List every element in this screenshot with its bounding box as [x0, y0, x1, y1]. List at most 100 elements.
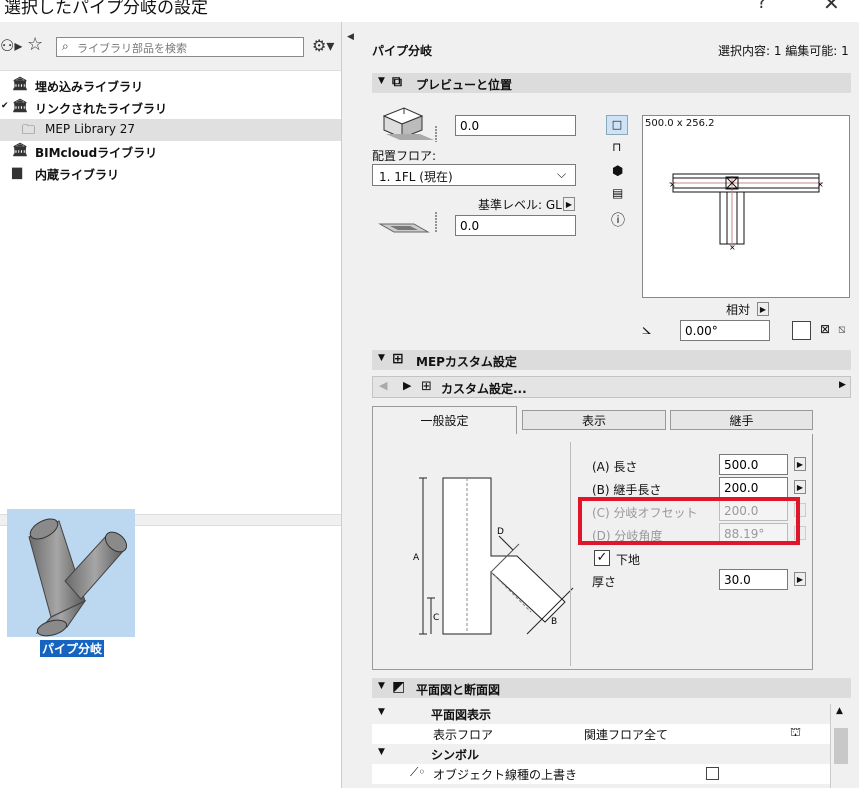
- rotation-angle-icon: ⦣: [642, 319, 652, 338]
- section-plan-section[interactable]: ▼ ◩ 平面図と断面図: [372, 678, 851, 698]
- custom-settings-label: カスタム設定...: [441, 382, 527, 396]
- base-checkbox[interactable]: ✓: [594, 550, 610, 566]
- mirror-alt-icon[interactable]: ⧅: [838, 322, 846, 337]
- bottom-offset-icon: [378, 212, 437, 233]
- bimcloud-icon: 🏛: [12, 143, 29, 158]
- override-line-checkbox[interactable]: [706, 767, 719, 780]
- panel-divider[interactable]: ◀: [341, 22, 359, 788]
- thickness-arrow[interactable]: ▶: [794, 572, 806, 586]
- search-input[interactable]: ⌕ ライブラリ部品を検索: [56, 37, 304, 57]
- next-arrow-icon[interactable]: ▶: [403, 379, 411, 392]
- relative-label: 相対: [726, 303, 751, 317]
- elevation-view-icon[interactable]: ▤: [612, 186, 623, 200]
- folder-icon: 🗀: [22, 123, 36, 138]
- top-offset-icon: [382, 107, 437, 142]
- tree-item-mep-library[interactable]: 🗀 MEP Library 27: [0, 119, 341, 141]
- plan-view-icon: □: [611, 118, 623, 131]
- thickness-field[interactable]: [719, 569, 788, 590]
- info-icon[interactable]: ⓘ: [611, 210, 625, 230]
- tree-item-embedded-library[interactable]: 🏛 埋め込みライブラリ: [0, 75, 341, 97]
- param-fitting-length-field[interactable]: [719, 477, 788, 498]
- settings-panel: パイプ分岐 選択内容: 1 編集可能: 1 ▼ ⧉ プレビューと位置 配置フロア…: [358, 22, 859, 788]
- selection-status: 選択内容: 1 編集可能: 1: [718, 44, 849, 58]
- custom-settings-bar[interactable]: ◀ ▶ ⊞ カスタム設定... ▶: [372, 376, 851, 398]
- expand-arrow-icon[interactable]: ▶: [839, 380, 846, 390]
- rotation-angle-field[interactable]: [680, 320, 770, 341]
- favorites-star-icon[interactable]: ☆: [27, 34, 43, 55]
- scroll-up-icon[interactable]: ▲: [836, 706, 843, 716]
- diagram-label-a: A: [413, 553, 420, 563]
- element-name: パイプ分岐: [372, 44, 433, 58]
- diagram-label-d: D: [497, 527, 504, 537]
- folder-icon: ▆: [12, 165, 22, 180]
- tab-display[interactable]: 表示: [522, 410, 666, 430]
- floor-dropdown[interactable]: 1. 1FL (現在) ⌵: [372, 164, 576, 186]
- collapse-arrow-icon[interactable]: ◀: [347, 32, 354, 42]
- base-label: 下地: [616, 553, 641, 567]
- library-toolbar: ⚇▸ ☆ ⌕ ライブラリ部品を検索 ⚙▾: [0, 22, 341, 71]
- preview-position-icon: ⧉: [392, 74, 402, 90]
- relative-arrow-button[interactable]: ▶: [757, 302, 769, 316]
- table-row[interactable]: 表示フロア 関連フロア全て ⛫: [372, 724, 830, 744]
- table-row[interactable]: ▼ 平面図表示: [372, 704, 830, 724]
- param-fitting-length-arrow[interactable]: ▶: [794, 480, 806, 494]
- prev-arrow-icon[interactable]: ◀: [379, 379, 387, 392]
- collapse-triangle-icon: ▼: [378, 681, 385, 691]
- tree-item-linked-library[interactable]: ✔ 🏛 リンクされたライブラリ: [0, 97, 341, 119]
- pipe-branch-3d-icon: [28, 518, 128, 637]
- mirror-icon[interactable]: ⊠: [820, 322, 830, 336]
- linked-library-icon: 🏛: [12, 99, 29, 114]
- help-button[interactable]: ?: [757, 0, 767, 13]
- tree-item-bimcloud-library[interactable]: 🏛 BIMcloudライブラリ: [0, 141, 341, 163]
- diagram-label-c: C: [433, 613, 439, 623]
- ref-level-arrow-button[interactable]: ▶: [563, 197, 575, 211]
- tab-general[interactable]: 一般設定: [372, 406, 517, 434]
- mep-settings-icon: ⊞: [392, 351, 404, 367]
- chevron-down-icon: ⌵: [557, 167, 567, 181]
- search-placeholder: ライブラリ部品を検索: [77, 42, 187, 55]
- param-length-field[interactable]: [719, 454, 788, 475]
- expand-chevron-icon[interactable]: ✔: [1, 101, 9, 111]
- top-offset-field[interactable]: [455, 115, 576, 136]
- section-view-icon[interactable]: ⊓: [612, 140, 621, 154]
- title-bar: 選択したパイプ分岐の設定 ? ✕: [0, 0, 859, 22]
- collapse-triangle-icon: ▼: [378, 707, 385, 717]
- param-length-label: (A) 長さ: [592, 460, 638, 474]
- table-row[interactable]: ▼ シンボル: [372, 744, 830, 764]
- param-fitting-length-label: (B) 継手長さ: [592, 483, 662, 497]
- svg-text:×: ×: [669, 180, 676, 189]
- settings-gear-icon[interactable]: ⚙▾: [312, 36, 334, 55]
- object-thumbnail[interactable]: [7, 509, 135, 637]
- pipe-branch-diagram: A C B D: [413, 477, 574, 635]
- tree-item-builtin-library[interactable]: ▆ 内蔵ライブラリ: [0, 163, 341, 185]
- collapse-triangle-icon: ▼: [378, 747, 385, 757]
- section-mep-custom[interactable]: ▼ ⊞ MEPカスタム設定: [372, 350, 851, 370]
- custom-settings-icon: ⊞: [421, 379, 432, 394]
- plan-section-icon: ◩: [392, 679, 406, 695]
- 3d-view-icon[interactable]: ⬢: [612, 164, 623, 179]
- close-button[interactable]: ✕: [823, 0, 840, 15]
- ref-level-label: 基準レベル: GL: [478, 198, 562, 212]
- mirror-checkbox[interactable]: [792, 321, 811, 340]
- bottom-offset-field[interactable]: [455, 215, 576, 236]
- content-separator: [570, 442, 571, 666]
- table-row[interactable]: ⟋◦ オブジェクト線種の上書き: [372, 764, 830, 784]
- floor-link-icon: ⛫: [790, 725, 802, 739]
- library-manager-icon[interactable]: ⚇▸: [0, 36, 22, 55]
- thumbnail-label: パイプ分岐: [40, 640, 105, 657]
- tab-fitting[interactable]: 継手: [670, 410, 813, 430]
- section-preview-position[interactable]: ▼ ⧉ プレビューと位置: [372, 73, 851, 93]
- search-icon: ⌕: [62, 39, 69, 53]
- plan-view-button[interactable]: □: [606, 115, 628, 135]
- preview-canvas[interactable]: 500.0 x 256.2 × × ×: [642, 115, 850, 298]
- svg-text:×: ×: [817, 180, 824, 189]
- svg-text:×: ×: [729, 243, 736, 252]
- line-type-icon: ⟋◦: [410, 765, 426, 779]
- thickness-label: 厚さ: [592, 575, 617, 589]
- param-length-arrow[interactable]: ▶: [794, 457, 806, 471]
- collapse-triangle-icon: ▼: [378, 76, 385, 86]
- scrollbar-thumb[interactable]: [834, 728, 848, 764]
- library-panel: ⚇▸ ☆ ⌕ ライブラリ部品を検索 ⚙▾ 🏛 埋め込みライブラリ ✔ 🏛 リンク…: [0, 22, 341, 788]
- window-title: 選択したパイプ分岐の設定: [4, 0, 208, 18]
- table-scrollbar[interactable]: ▲: [830, 704, 851, 788]
